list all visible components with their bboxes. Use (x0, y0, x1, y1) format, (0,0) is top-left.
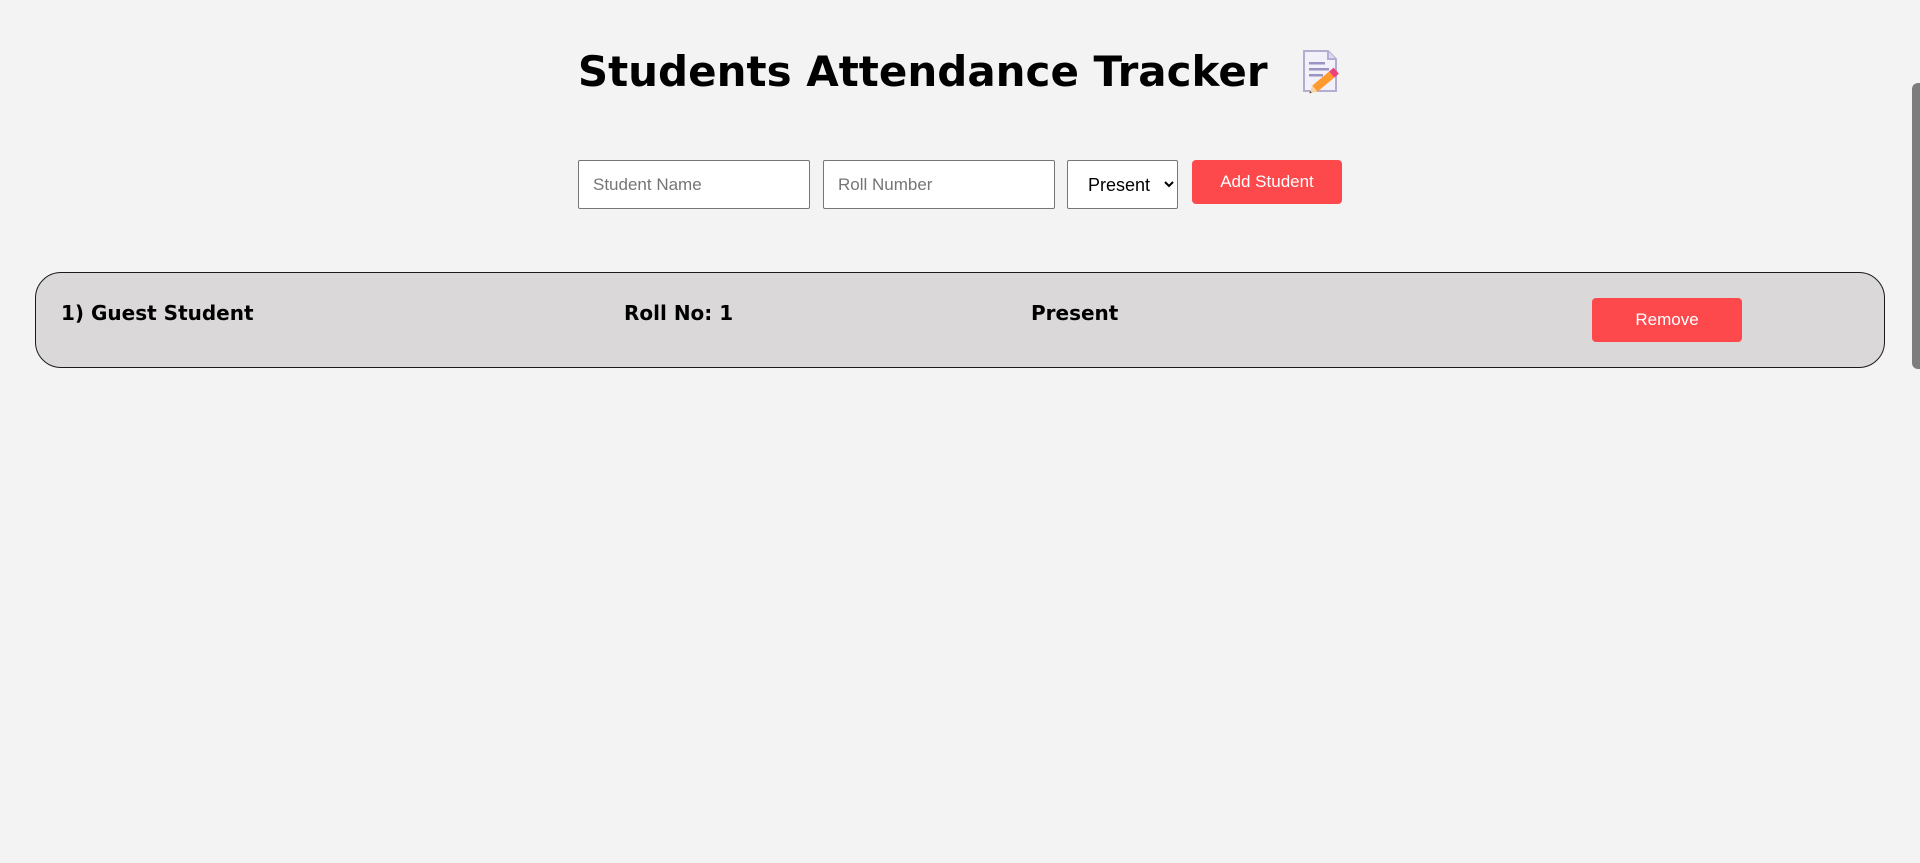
student-status: Present (1031, 301, 1119, 325)
remove-student-button[interactable]: Remove (1592, 298, 1742, 342)
student-roll-number: Roll No: 1 (624, 301, 734, 325)
add-student-button[interactable]: Add Student (1192, 160, 1342, 204)
memo-icon (1300, 48, 1342, 94)
student-row: 1) Guest Student Roll No: 1 Present Remo… (35, 272, 1885, 368)
student-name-input[interactable] (578, 160, 810, 209)
student-name: 1) Guest Student (61, 301, 254, 325)
attendance-page: Students Attendance Tracker Present (0, 0, 1920, 863)
roll-number-input[interactable] (823, 160, 1055, 209)
attendance-status-select[interactable]: Present (1067, 160, 1178, 209)
page-title-text: Students Attendance Tracker (577, 47, 1268, 96)
page-title: Students Attendance Tracker (0, 44, 1920, 100)
student-list: 1) Guest Student Roll No: 1 Present Remo… (35, 272, 1885, 368)
page-scrollbar[interactable] (1912, 83, 1920, 369)
